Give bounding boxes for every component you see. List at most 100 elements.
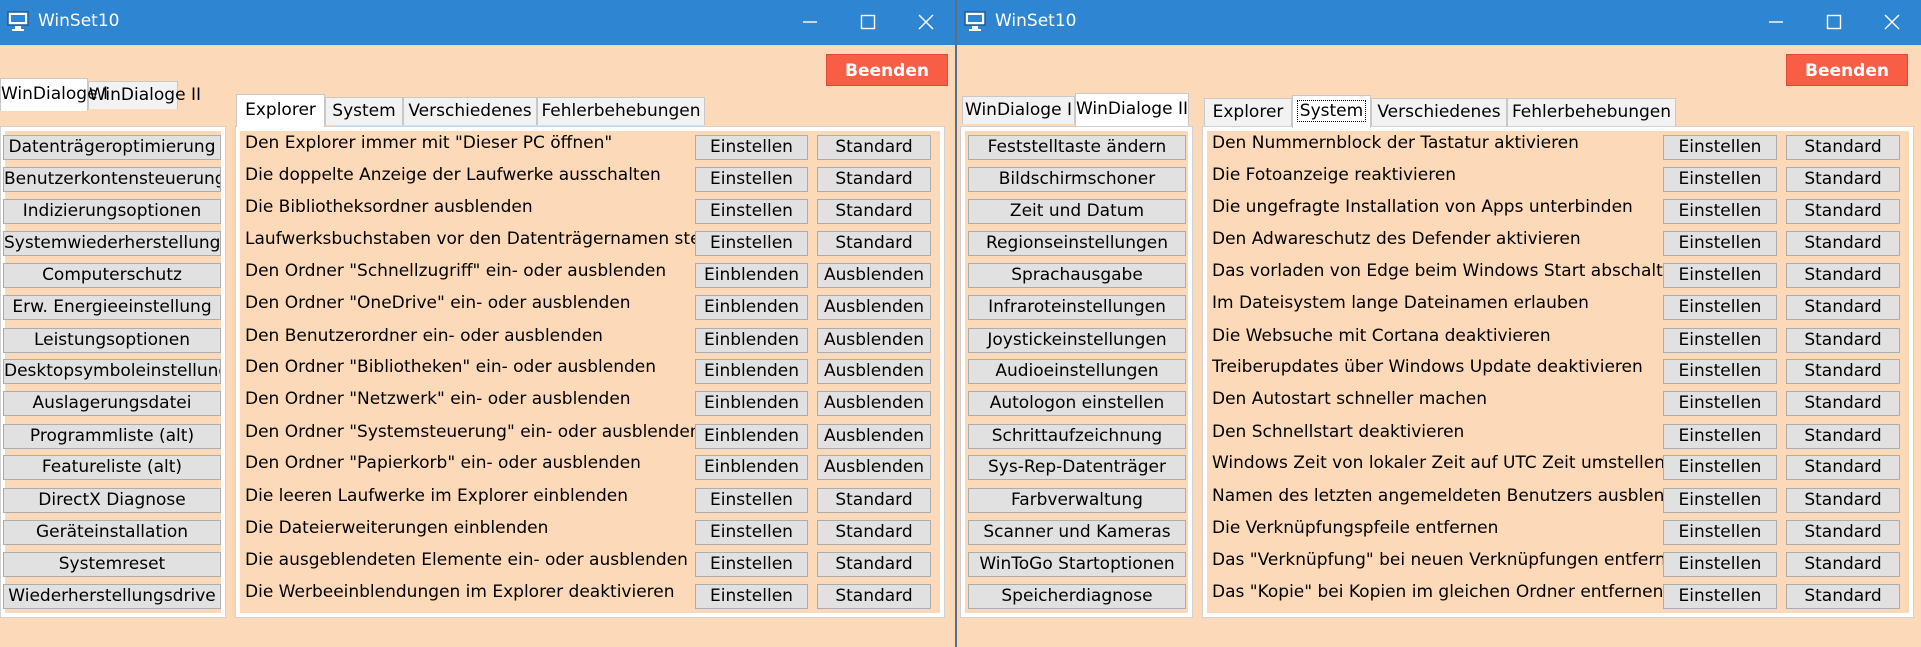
apply-button[interactable]: Einstellen [1663,328,1777,353]
tab-system[interactable]: System [1292,95,1371,128]
close-button[interactable] [1863,0,1921,45]
dialog-button[interactable]: Featureliste (alt) [3,455,221,480]
tab-windialoge-2[interactable]: WinDialoge II [1075,93,1189,126]
default-button[interactable]: Standard [1786,391,1900,416]
default-button[interactable]: Standard [1786,359,1900,384]
dialog-button[interactable]: Erw. Energieeinstellung [3,295,221,320]
tab-explorer[interactable]: Explorer [1204,98,1292,126]
dialog-button[interactable]: Datenträgeroptimierung [3,135,221,160]
apply-button[interactable]: Einstellen [1663,231,1777,256]
dialog-button[interactable]: Geräteinstallation [3,520,221,545]
default-button[interactable]: Standard [1786,488,1900,513]
dialog-button[interactable]: Bildschirmschoner [968,167,1186,192]
tab-windialoge-1[interactable]: WinDialoge I [0,78,108,111]
dialog-button[interactable]: Regionseinstellungen [968,231,1186,256]
dialog-button[interactable]: Desktopsymboleinstellung [3,359,221,384]
dialog-button[interactable]: Sys-Rep-Datenträger [968,455,1186,480]
dialog-button[interactable]: Zeit und Datum [968,199,1186,224]
default-button[interactable]: Standard [1786,295,1900,320]
apply-button[interactable]: Einstellen [695,231,808,256]
apply-button[interactable]: Einstellen [695,520,808,545]
minimize-button[interactable] [781,0,839,45]
apply-button[interactable]: Einstellen [1663,455,1777,480]
default-button[interactable]: Standard [817,584,931,609]
show-button[interactable]: Einblenden [695,391,808,416]
apply-button[interactable]: Einstellen [1663,167,1777,192]
apply-button[interactable]: Einstellen [1663,135,1777,160]
hide-button[interactable]: Ausblenden [817,455,931,480]
default-button[interactable]: Standard [1786,520,1900,545]
apply-button[interactable]: Einstellen [695,167,808,192]
maximize-button[interactable] [839,0,897,45]
dialog-button[interactable]: Systemwiederherstellung [3,231,221,256]
hide-button[interactable]: Ausblenden [817,391,931,416]
default-button[interactable]: Standard [1786,199,1900,224]
default-button[interactable]: Standard [817,135,931,160]
dialog-button[interactable]: Benutzerkontensteuerung [3,167,221,192]
show-button[interactable]: Einblenden [695,455,808,480]
default-button[interactable]: Standard [817,231,931,256]
default-button[interactable]: Standard [1786,328,1900,353]
dialog-button[interactable]: Scanner und Kameras [968,520,1186,545]
default-button[interactable]: Standard [1786,231,1900,256]
default-button[interactable]: Standard [817,199,931,224]
apply-button[interactable]: Einstellen [1663,199,1777,224]
minimize-button[interactable] [1747,0,1805,45]
apply-button[interactable]: Einstellen [1663,488,1777,513]
apply-button[interactable]: Einstellen [1663,263,1777,288]
apply-button[interactable]: Einstellen [695,584,808,609]
tab-verschiedenes[interactable]: Verschiedenes [403,97,537,125]
tab-verschiedenes[interactable]: Verschiedenes [1371,98,1507,126]
show-button[interactable]: Einblenden [695,328,808,353]
dialog-button[interactable]: Wiederherstellungsdrive [3,584,221,609]
dialog-button[interactable]: Indizierungsoptionen [3,199,221,224]
hide-button[interactable]: Ausblenden [817,328,931,353]
show-button[interactable]: Einblenden [695,424,808,449]
dialog-button[interactable]: Sprachausgabe [968,263,1186,288]
tab-fehlerbehebungen[interactable]: Fehlerbehebungen [537,97,705,125]
dialog-button[interactable]: Infraroteinstellungen [968,295,1186,320]
dialog-button[interactable]: Autologon einstellen [968,391,1186,416]
dialog-button[interactable]: Feststelltaste ändern [968,135,1186,160]
default-button[interactable]: Standard [1786,584,1900,609]
dialog-button[interactable]: Schrittaufzeichnung [968,424,1186,449]
hide-button[interactable]: Ausblenden [817,295,931,320]
dialog-button[interactable]: DirectX Diagnose [3,488,221,513]
default-button[interactable]: Standard [1786,424,1900,449]
quit-button[interactable]: Beenden [826,54,948,86]
hide-button[interactable]: Ausblenden [817,359,931,384]
default-button[interactable]: Standard [817,488,931,513]
apply-button[interactable]: Einstellen [695,135,808,160]
dialog-button[interactable]: Joystickeinstellungen [968,328,1186,353]
show-button[interactable]: Einblenden [695,359,808,384]
apply-button[interactable]: Einstellen [1663,359,1777,384]
dialog-button[interactable]: Leistungsoptionen [3,328,221,353]
maximize-button[interactable] [1805,0,1863,45]
dialog-button[interactable]: Farbverwaltung [968,488,1186,513]
dialog-button[interactable]: Programmliste (alt) [3,424,221,449]
default-button[interactable]: Standard [1786,455,1900,480]
hide-button[interactable]: Ausblenden [817,424,931,449]
quit-button[interactable]: Beenden [1786,54,1908,86]
dialog-button[interactable]: Systemreset [3,552,221,577]
apply-button[interactable]: Einstellen [1663,424,1777,449]
apply-button[interactable]: Einstellen [1663,584,1777,609]
default-button[interactable]: Standard [817,520,931,545]
tab-windialoge-1[interactable]: WinDialoge I [962,96,1075,124]
dialog-button[interactable]: Speicherdiagnose [968,584,1186,609]
default-button[interactable]: Standard [817,552,931,577]
tab-system[interactable]: System [325,97,403,125]
dialog-button[interactable]: Auslagerungsdatei [3,391,221,416]
default-button[interactable]: Standard [1786,135,1900,160]
default-button[interactable]: Standard [1786,167,1900,192]
dialog-button[interactable]: Computerschutz [3,263,221,288]
dialog-button[interactable]: Audioeinstellungen [968,359,1186,384]
apply-button[interactable]: Einstellen [1663,295,1777,320]
default-button[interactable]: Standard [1786,552,1900,577]
default-button[interactable]: Standard [817,167,931,192]
apply-button[interactable]: Einstellen [695,199,808,224]
apply-button[interactable]: Einstellen [1663,520,1777,545]
apply-button[interactable]: Einstellen [695,552,808,577]
tab-fehlerbehebungen[interactable]: Fehlerbehebungen [1507,98,1676,126]
default-button[interactable]: Standard [1786,263,1900,288]
